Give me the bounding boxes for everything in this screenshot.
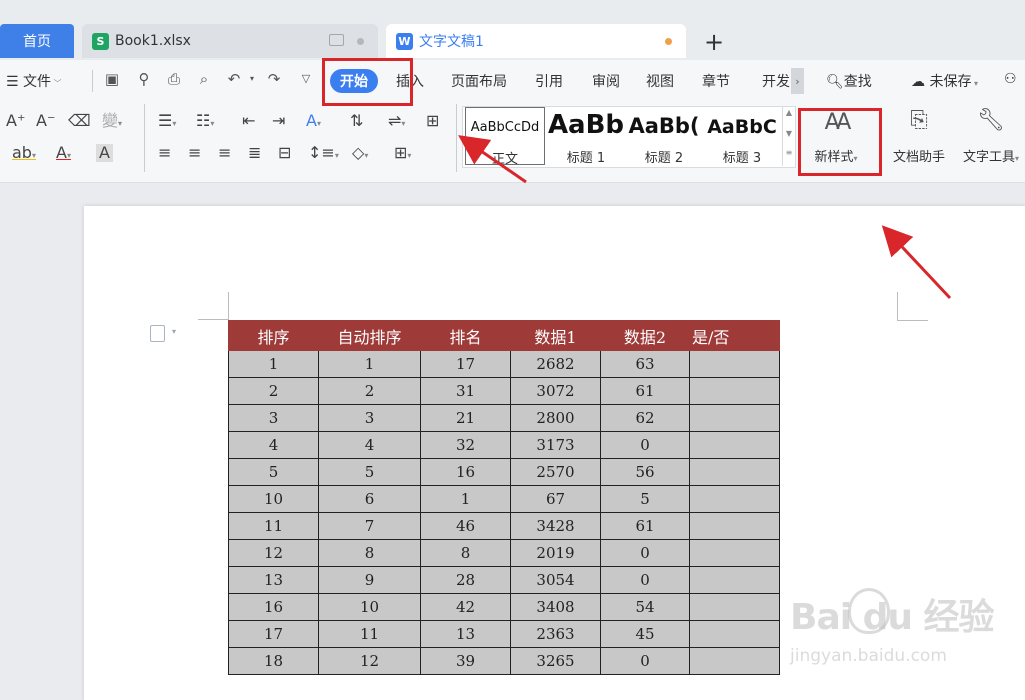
annotation-arrows [458, 135, 952, 300]
arrow-to-start [458, 135, 527, 184]
arrow-to-new-style [881, 225, 952, 300]
